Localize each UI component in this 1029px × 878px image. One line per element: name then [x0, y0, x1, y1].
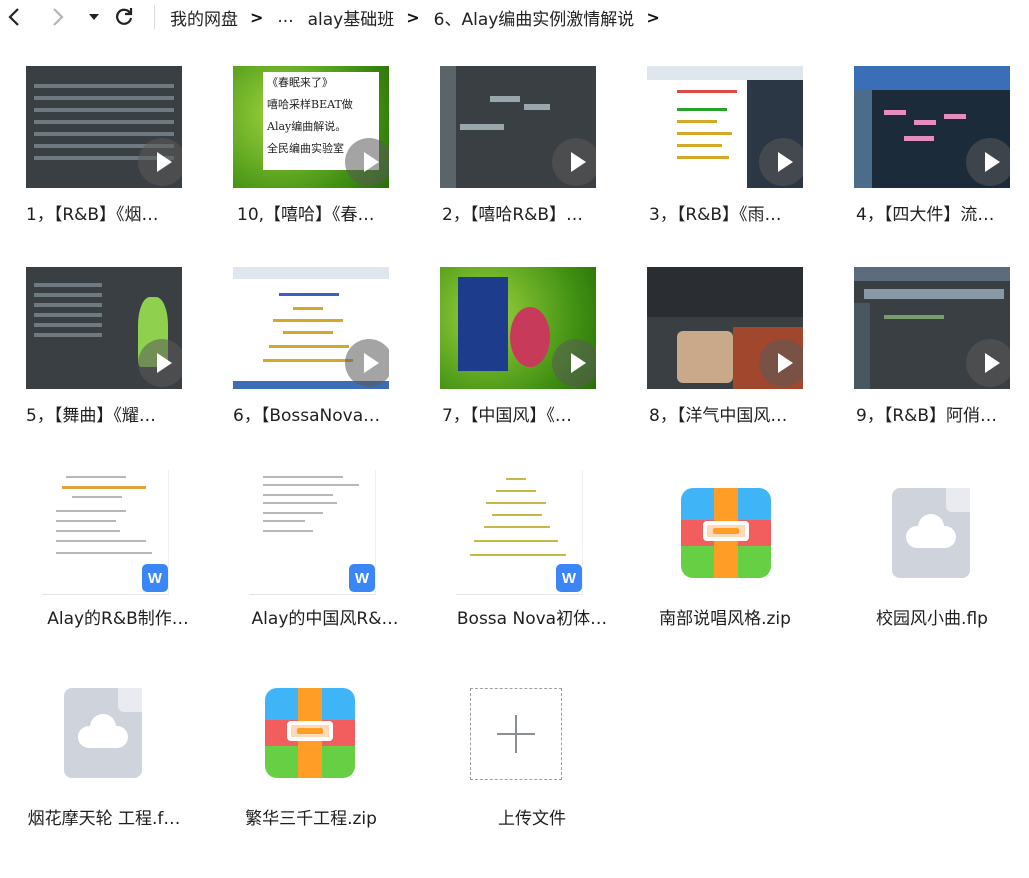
video-thumbnail [26, 267, 182, 389]
chevron-left-icon [8, 8, 19, 26]
word-doc-icon: W [349, 564, 375, 592]
video-item[interactable]: 2，【嘻哈R&B】… [424, 66, 604, 256]
video-label: 8，【洋气中国风… [649, 406, 788, 426]
video-item[interactable]: 7，【中国风】《… [424, 267, 604, 457]
video-item[interactable]: 8，【洋气中国风… [631, 267, 811, 457]
play-icon [552, 138, 596, 186]
breadcrumb-parent[interactable]: alay基础班 [308, 5, 395, 30]
video-thumbnail [854, 66, 1010, 188]
doc-item[interactable]: W Alay的中国风R&… [221, 464, 401, 654]
caret-down-icon [89, 14, 99, 20]
play-icon [138, 138, 182, 186]
video-thumbnail [440, 267, 596, 389]
video-label: 7，【中国风】《… [442, 406, 572, 426]
video-thumbnail [647, 267, 803, 389]
navigation-bar: 我的网盘 > ... alay基础班 > 6、Alay编曲实例激情解说 > [0, 0, 1029, 34]
video-item[interactable]: 1，【R&B】《烟… [10, 66, 190, 256]
play-icon [966, 339, 1010, 387]
breadcrumb-separator-icon: > [646, 7, 660, 27]
doc-label: Bossa Nova初体… [456, 609, 608, 629]
video-label: 6，【BossaNova… [233, 406, 381, 426]
play-icon [138, 339, 182, 387]
file-item[interactable]: 南部说唱风格.zip [635, 452, 815, 642]
breadcrumb-ellipsis[interactable]: ... [277, 7, 293, 27]
word-doc-icon: W [142, 564, 168, 592]
video-thumbnail: 《春眠来了》 嘻哈采样BEAT做 Alay编曲解说。 全民编曲实验室 [233, 66, 389, 188]
upload-tile[interactable]: 上传文件 [428, 688, 608, 878]
word-doc-icon: W [556, 564, 582, 592]
video-item[interactable]: 5，【舞曲】《耀… [10, 267, 190, 457]
play-icon [345, 339, 389, 387]
breadcrumb-separator-icon: > [406, 7, 420, 27]
doc-item[interactable]: W Bossa Nova初体… [428, 464, 608, 654]
video-label: 2，【嘻哈R&B】… [442, 205, 584, 225]
file-label: 南部说唱风格.zip [659, 609, 791, 629]
video-item[interactable]: 3，【R&B】《雨… [631, 66, 811, 256]
breadcrumb-root[interactable]: 我的网盘 [170, 5, 238, 30]
video-label: 1，【R&B】《烟… [26, 205, 159, 225]
video-label: 4，【四大件】流… [856, 205, 995, 225]
video-item[interactable]: 《春眠来了》 嘻哈采样BEAT做 Alay编曲解说。 全民编曲实验室 10,【嘻… [217, 66, 397, 256]
play-icon [345, 138, 389, 186]
file-item[interactable]: 繁华三千工程.zip [221, 652, 401, 842]
file-label: 烟花摩天轮 工程.f… [27, 809, 181, 829]
forward-button[interactable] [46, 4, 70, 30]
video-thumbnail [26, 66, 182, 188]
upload-label: 上传文件 [498, 809, 566, 829]
breadcrumb-separator-icon: > [250, 7, 264, 27]
thumb-text: 《春眠来了》 [267, 76, 333, 89]
breadcrumb: 我的网盘 > ... alay基础班 > 6、Alay编曲实例激情解说 > [170, 3, 674, 31]
file-item[interactable]: 烟花摩天轮 工程.f… [14, 652, 194, 842]
archive-icon [681, 488, 771, 578]
nav-divider [154, 5, 155, 29]
chevron-right-icon [53, 8, 64, 26]
video-label: 3，【R&B】《雨… [649, 205, 782, 225]
video-item[interactable]: 4，【四大件】流… [838, 66, 1018, 256]
archive-icon [265, 688, 355, 778]
play-icon [552, 339, 596, 387]
play-icon [759, 339, 803, 387]
doc-item[interactable]: W Alay的R&B制作… [14, 464, 194, 654]
back-button[interactable] [2, 4, 26, 30]
video-thumbnail [233, 267, 389, 389]
video-thumbnail [647, 66, 803, 188]
breadcrumb-current[interactable]: 6、Alay编曲实例激情解说 [434, 5, 635, 30]
file-label: 繁华三千工程.zip [245, 809, 377, 829]
doc-thumbnail: W [456, 470, 583, 595]
video-label: 9，【R&B】阿俏… [856, 406, 998, 426]
thumb-text: 嘻哈采样BEAT做 [267, 98, 353, 111]
doc-thumbnail: W [42, 470, 169, 595]
history-dropdown-button[interactable] [82, 4, 106, 30]
play-icon [759, 138, 803, 186]
video-thumbnail [440, 66, 596, 188]
doc-label: Alay的R&B制作… [47, 609, 189, 629]
doc-thumbnail: W [249, 470, 376, 595]
doc-label: Alay的中国风R&… [251, 609, 399, 629]
video-label: 5，【舞曲】《耀… [26, 406, 156, 426]
video-label: 10,【嘻哈】《春… [237, 205, 375, 225]
play-icon [966, 138, 1010, 186]
video-thumbnail [854, 267, 1010, 389]
cloud-file-icon [64, 688, 142, 778]
file-item[interactable]: 校园风小曲.flp [842, 452, 1022, 642]
video-item[interactable]: 6，【BossaNova… [217, 267, 397, 457]
refresh-icon [116, 8, 133, 25]
cloud-file-icon [892, 488, 970, 578]
refresh-button[interactable] [112, 4, 136, 30]
plus-icon[interactable] [470, 688, 562, 780]
video-item[interactable]: 9，【R&B】阿俏… [838, 267, 1018, 457]
file-label: 校园风小曲.flp [876, 609, 988, 629]
thumb-text: Alay编曲解说。 [267, 120, 347, 133]
